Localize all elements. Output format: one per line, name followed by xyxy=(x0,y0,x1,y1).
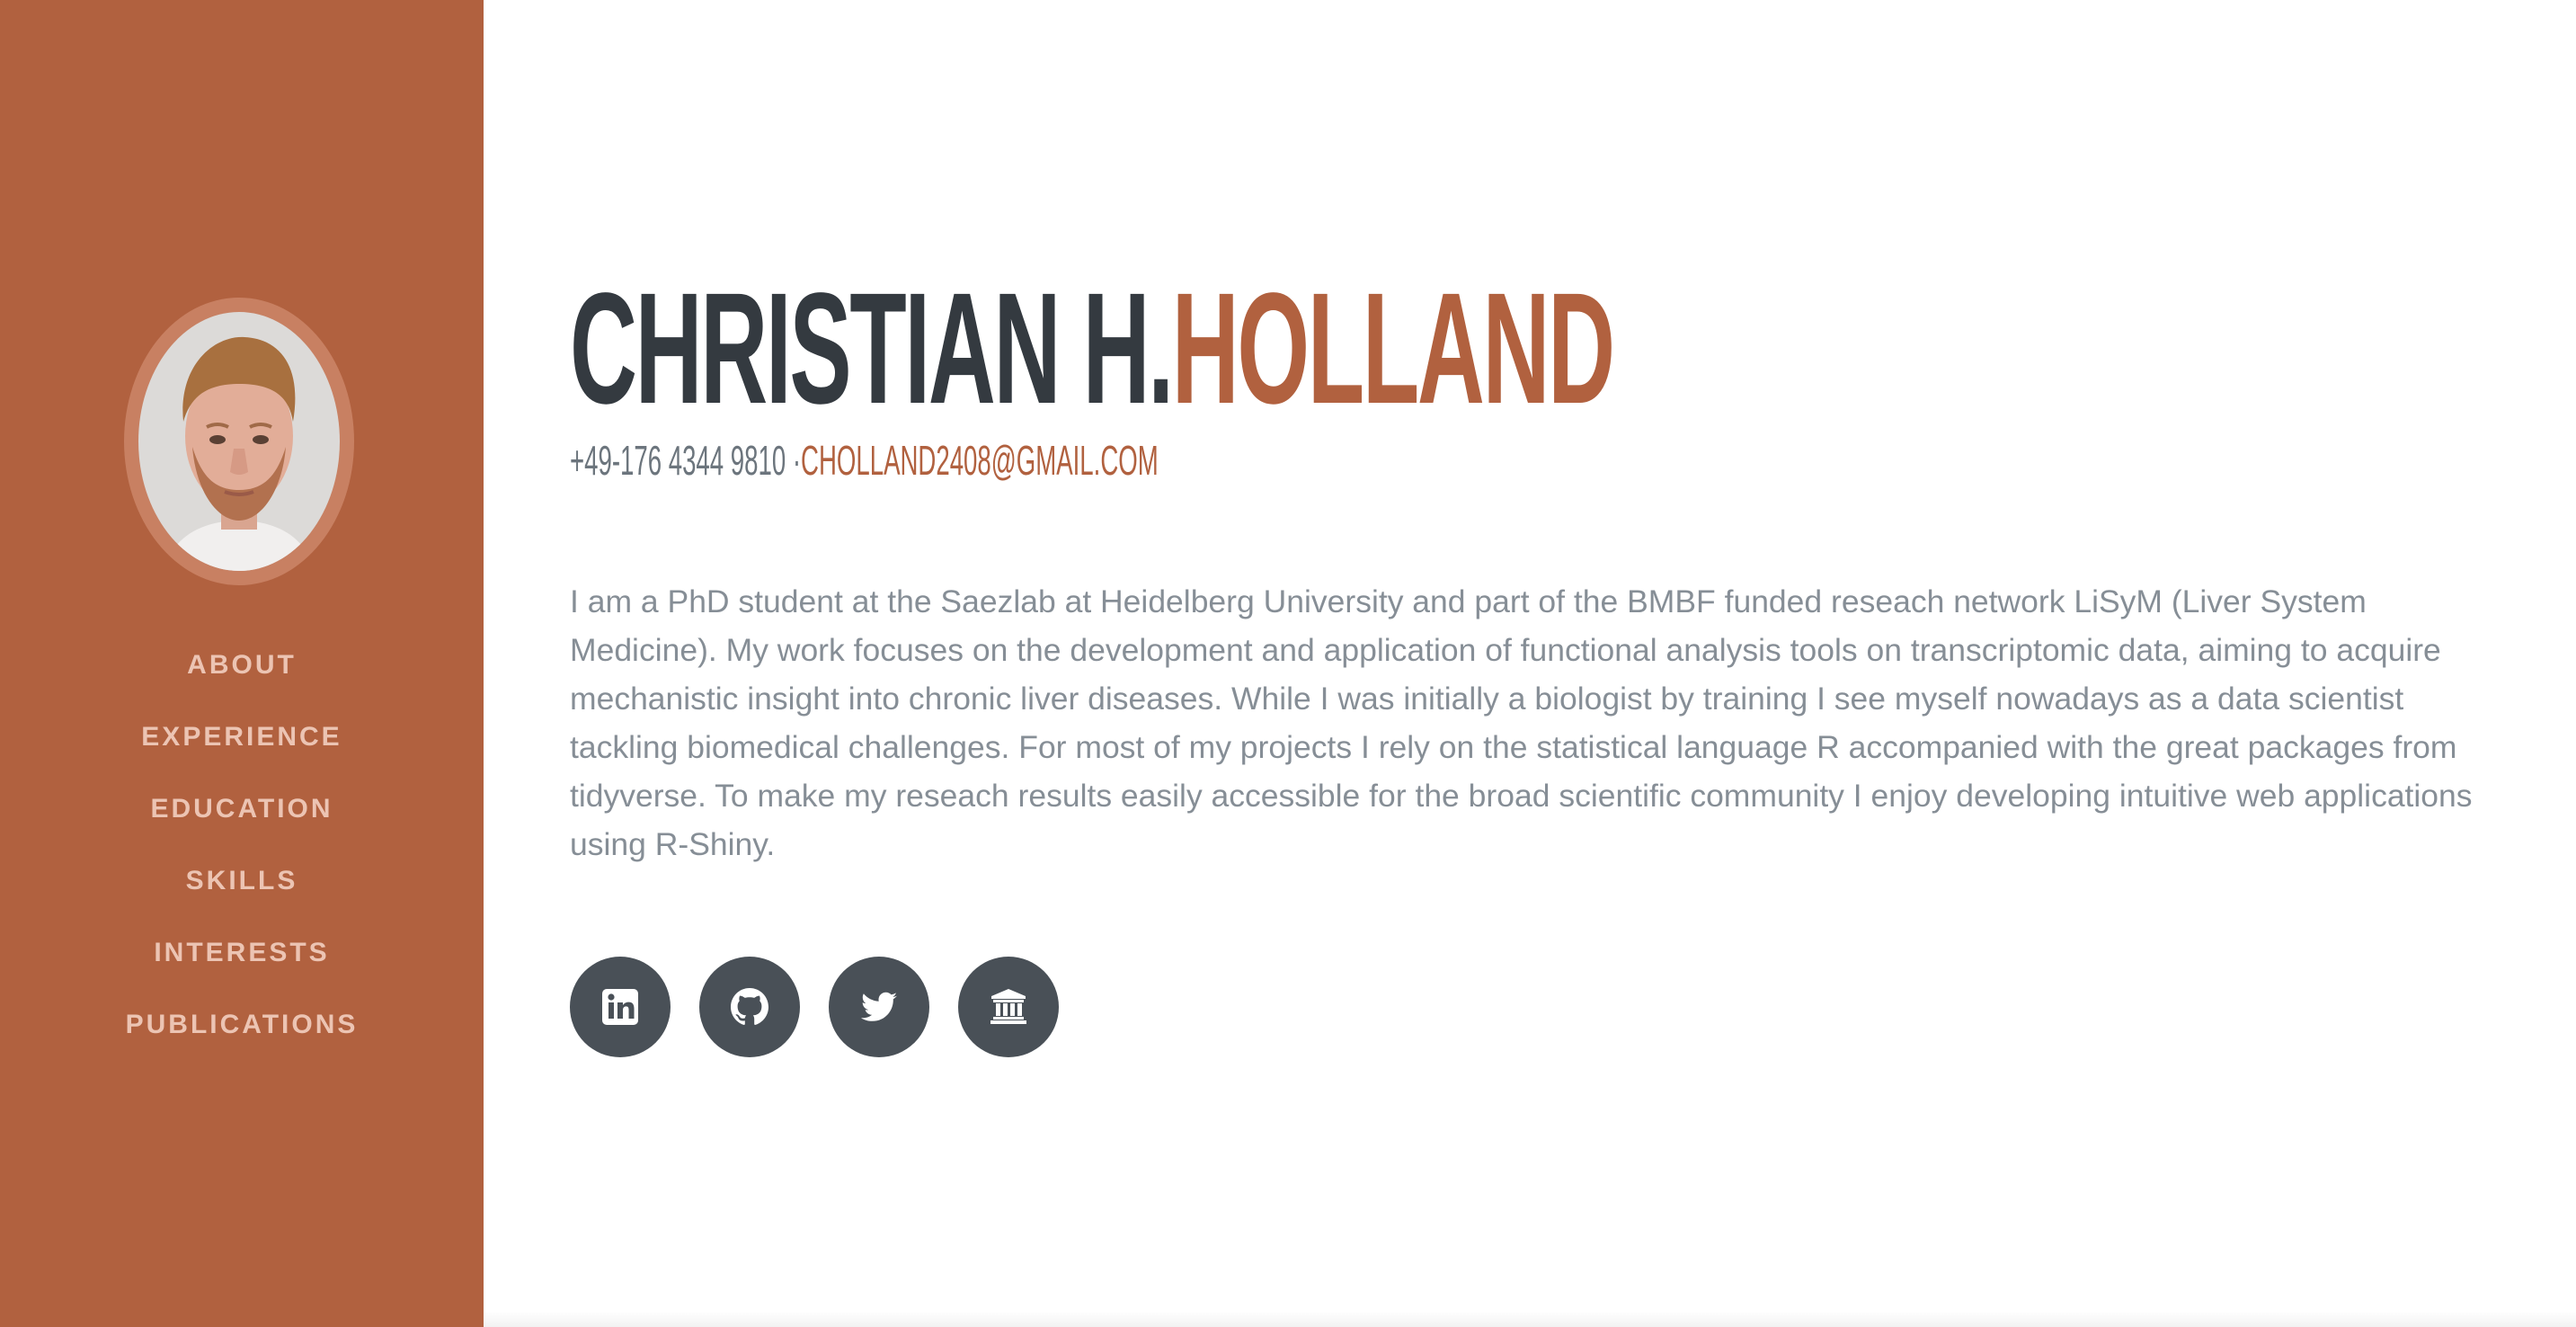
contact-line: +49-176 4344 9810 ·CHOLLAND2408@GMAIL.CO… xyxy=(570,437,1159,484)
bottom-shadow xyxy=(484,1311,2576,1327)
nav-item-publications: PUBLICATIONS xyxy=(0,989,484,1061)
linkedin-icon xyxy=(602,989,638,1025)
sidebar-nav: ABOUT EXPERIENCE EDUCATION SKILLS INTERE… xyxy=(0,629,484,1061)
about-description: I am a PhD student at the Saezlab at Hei… xyxy=(570,583,2473,862)
profile-photo xyxy=(138,312,340,571)
phone-number: +49-176 4344 9810 · xyxy=(570,437,802,484)
university-icon xyxy=(990,989,1026,1024)
social-icons xyxy=(570,957,1059,1057)
twitter-icon xyxy=(861,992,897,1021)
github-icon xyxy=(731,988,768,1025)
nav-link-education[interactable]: EDUCATION xyxy=(150,794,333,824)
nav-link-about[interactable]: ABOUT xyxy=(187,650,297,681)
page-title: CHRISTIAN H.HOLLAND xyxy=(570,270,1615,428)
first-name: CHRISTIAN H. xyxy=(570,261,1174,437)
twitter-link[interactable] xyxy=(829,957,929,1057)
last-name: HOLLAND xyxy=(1171,261,1615,437)
nav-link-interests[interactable]: INTERESTS xyxy=(154,938,329,968)
linkedin-link[interactable] xyxy=(570,957,671,1057)
nav-item-interests: INTERESTS xyxy=(0,917,484,989)
nav-link-publications[interactable]: PUBLICATIONS xyxy=(126,1010,359,1040)
profile-photo-frame xyxy=(124,298,354,585)
university-link[interactable] xyxy=(958,957,1059,1057)
github-link[interactable] xyxy=(699,957,800,1057)
nav-item-experience: EXPERIENCE xyxy=(0,701,484,773)
email-link[interactable]: CHOLLAND2408@GMAIL.COM xyxy=(801,437,1159,484)
nav-item-skills: SKILLS xyxy=(0,845,484,917)
nav-item-about: ABOUT xyxy=(0,629,484,701)
nav-item-education: EDUCATION xyxy=(0,773,484,845)
nav-link-experience[interactable]: EXPERIENCE xyxy=(141,722,342,753)
nav-link-skills[interactable]: SKILLS xyxy=(186,866,298,896)
sidebar: ABOUT EXPERIENCE EDUCATION SKILLS INTERE… xyxy=(0,0,484,1327)
